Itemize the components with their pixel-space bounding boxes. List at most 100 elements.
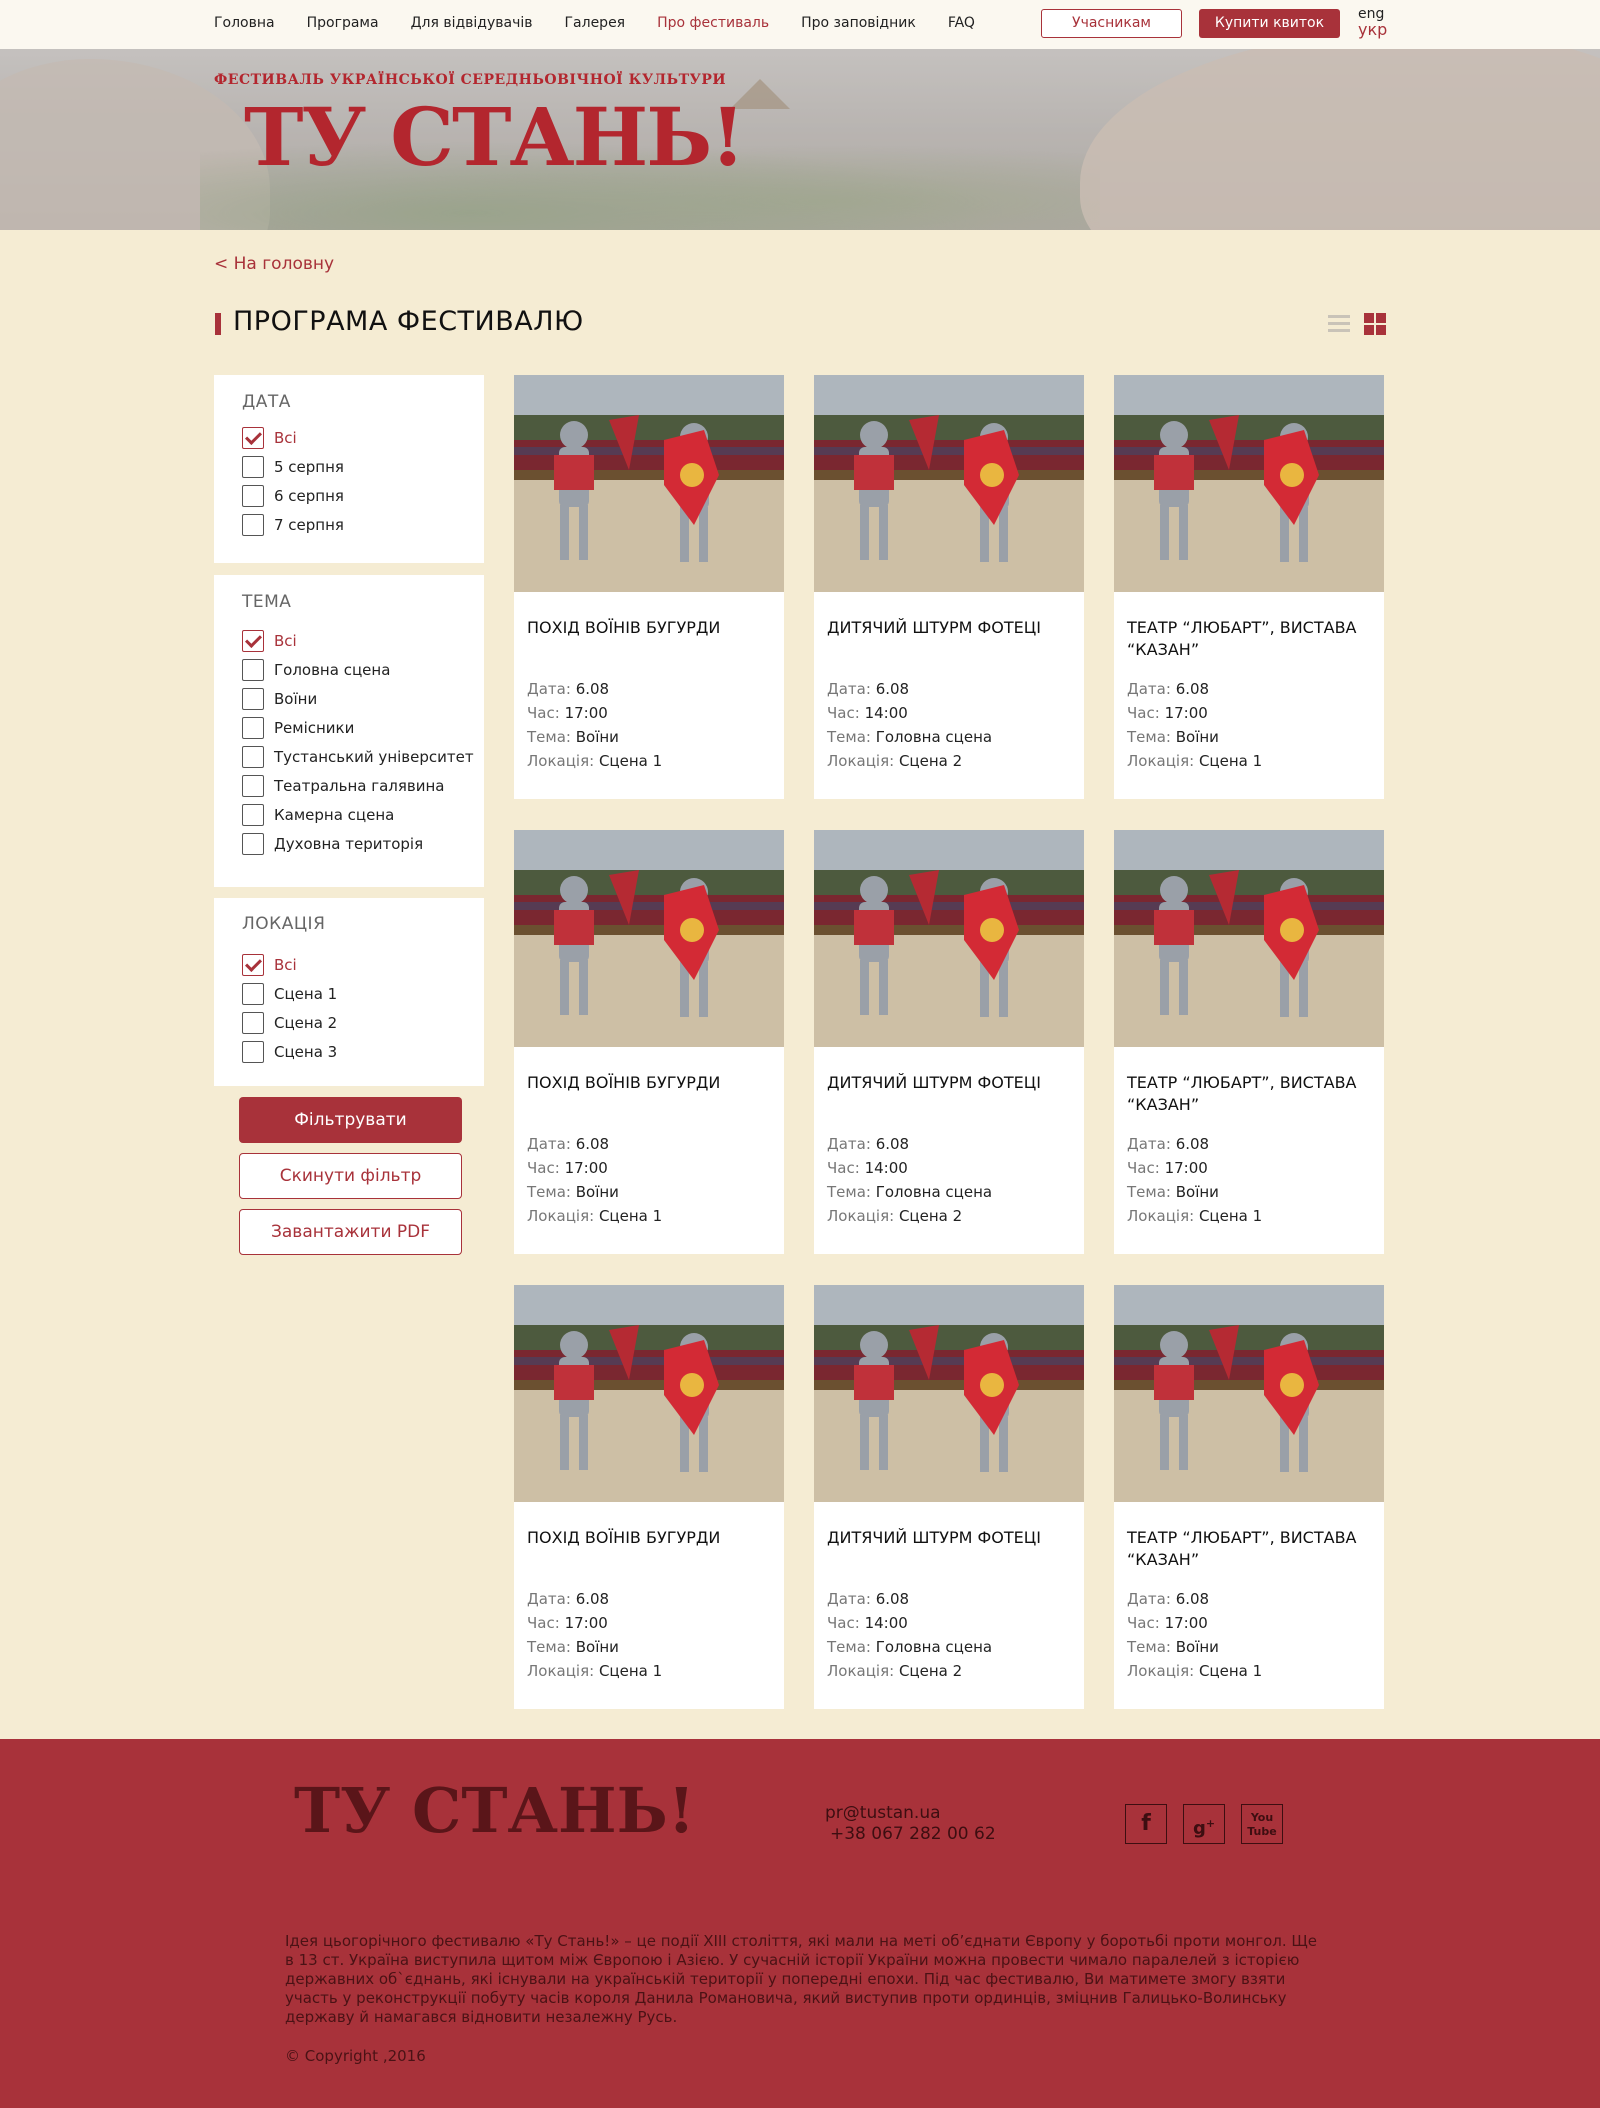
nav-link-faq[interactable]: FAQ	[948, 15, 975, 31]
participants-button[interactable]: Учасникам	[1041, 9, 1182, 38]
theme-filter-title: ТЕМА	[242, 592, 292, 612]
event-theme: Тема: Головна сцена	[827, 1638, 993, 1656]
checkbox[interactable]	[242, 746, 264, 768]
grid-view-icon[interactable]	[1364, 313, 1386, 335]
back-home-link[interactable]: < На головну	[214, 254, 334, 274]
list-view-icon[interactable]	[1328, 315, 1350, 333]
event-card[interactable]: ПОХІД ВОЇНІВ БУГУРДИ Дата: 6.08 Час: 17:…	[514, 1285, 784, 1709]
checkbox[interactable]	[242, 688, 264, 710]
checkbox[interactable]	[242, 514, 264, 536]
theme-option-chamber[interactable]: Камерна сцена	[242, 804, 394, 826]
event-photo[interactable]	[514, 830, 784, 1047]
event-location: Локація: Сцена 1	[1127, 752, 1263, 770]
footer-logo[interactable]: ТУ СТАНЬ!	[294, 1771, 695, 1851]
theme-option-spiritual[interactable]: Духовна територія	[242, 833, 423, 855]
checkbox[interactable]	[242, 485, 264, 507]
buy-ticket-button[interactable]: Купити квиток	[1199, 9, 1340, 38]
checkbox[interactable]	[242, 456, 264, 478]
festival-subtitle: ФЕСТИВАЛЬ УКРАЇНСЬКОЇ СЕРЕДНЬОВІЧНОЇ КУЛ…	[214, 72, 727, 88]
event-photo[interactable]	[814, 1285, 1084, 1502]
youtube-icon[interactable]: You Tube	[1241, 1804, 1283, 1844]
checkbox[interactable]	[242, 833, 264, 855]
event-date: Дата: 6.08	[1127, 680, 1210, 698]
nav-link-about-reserve[interactable]: Про заповідник	[801, 15, 916, 31]
footer-about-text: Ідея цьогорічного фестивалю «Ту Стань!» …	[285, 1932, 1318, 2026]
checkbox[interactable]	[242, 427, 264, 449]
event-date: Дата: 6.08	[827, 1135, 910, 1153]
event-date: Дата: 6.08	[1127, 1135, 1210, 1153]
copyright: © Copyright ,2016	[285, 2047, 426, 2065]
checkbox[interactable]	[242, 804, 264, 826]
location-option-stage2[interactable]: Сцена 2	[242, 1012, 337, 1034]
event-title[interactable]: ПОХІД ВОЇНІВ БУГУРДИ	[527, 617, 777, 639]
checkbox[interactable]	[242, 630, 264, 652]
event-card[interactable]: ПОХІД ВОЇНІВ БУГУРДИ Дата: 6.08 Час: 17:…	[514, 830, 784, 1254]
event-location: Локація: Сцена 1	[1127, 1662, 1263, 1680]
lang-uk-link[interactable]: укр	[1358, 22, 1387, 38]
google-plus-icon[interactable]: g+	[1183, 1804, 1225, 1844]
event-card[interactable]: ДИТЯЧИЙ ШТУРМ ФОТЕЦІ Дата: 6.08 Час: 14:…	[814, 1285, 1084, 1709]
footer-phone[interactable]: +38 067 282 00 62	[830, 1824, 996, 1844]
event-location: Локація: Сцена 1	[527, 1207, 663, 1225]
event-title[interactable]: ПОХІД ВОЇНІВ БУГУРДИ	[527, 1072, 777, 1094]
event-title[interactable]: ТЕАТР “ЛЮБАРТ”, ВИСТАВА “КАЗАН”	[1127, 1072, 1377, 1116]
location-option-stage3[interactable]: Сцена 3	[242, 1041, 337, 1063]
checkbox[interactable]	[242, 717, 264, 739]
event-title[interactable]: ДИТЯЧИЙ ШТУРМ ФОТЕЦІ	[827, 617, 1077, 639]
theme-option-theatre[interactable]: Театральна галявина	[242, 775, 445, 797]
event-photo-svg	[514, 1285, 784, 1502]
event-location: Локація: Сцена 1	[527, 1662, 663, 1680]
event-title[interactable]: ТЕАТР “ЛЮБАРТ”, ВИСТАВА “КАЗАН”	[1127, 1527, 1377, 1571]
event-card[interactable]: ДИТЯЧИЙ ШТУРМ ФОТЕЦІ Дата: 6.08 Час: 14:…	[814, 830, 1084, 1254]
theme-option-warriors[interactable]: Воїни	[242, 688, 317, 710]
date-option-aug7[interactable]: 7 серпня	[242, 514, 344, 536]
event-photo[interactable]	[1114, 375, 1384, 592]
event-photo[interactable]	[514, 375, 784, 592]
event-photo[interactable]	[1114, 830, 1384, 1047]
date-option-aug5[interactable]: 5 серпня	[242, 456, 344, 478]
download-pdf-button[interactable]: Завантажити PDF	[239, 1209, 462, 1255]
checkbox[interactable]	[242, 1012, 264, 1034]
nav-link-home[interactable]: Головна	[214, 15, 275, 31]
event-theme: Тема: Воїни	[527, 1638, 619, 1656]
event-photo[interactable]	[514, 1285, 784, 1502]
date-option-aug6[interactable]: 6 серпня	[242, 485, 344, 507]
theme-option-crafts[interactable]: Ремісники	[242, 717, 354, 739]
checkbox[interactable]	[242, 983, 264, 1005]
event-card[interactable]: ТЕАТР “ЛЮБАРТ”, ВИСТАВА “КАЗАН” Дата: 6.…	[1114, 830, 1384, 1254]
date-filter-panel: ДАТА Всі 5 серпня 6 серпня 7 серпня	[214, 375, 484, 563]
event-date: Дата: 6.08	[827, 680, 910, 698]
date-filter-title: ДАТА	[242, 392, 291, 412]
event-title[interactable]: ПОХІД ВОЇНІВ БУГУРДИ	[527, 1527, 777, 1549]
event-card[interactable]: ТЕАТР “ЛЮБАРТ”, ВИСТАВА “КАЗАН” Дата: 6.…	[1114, 375, 1384, 799]
checkbox[interactable]	[242, 1041, 264, 1063]
nav-link-program[interactable]: Програма	[307, 15, 379, 31]
checkbox[interactable]	[242, 775, 264, 797]
event-title[interactable]: ДИТЯЧИЙ ШТУРМ ФОТЕЦІ	[827, 1072, 1077, 1094]
event-card[interactable]: ДИТЯЧИЙ ШТУРМ ФОТЕЦІ Дата: 6.08 Час: 14:…	[814, 375, 1084, 799]
facebook-icon[interactable]: f	[1125, 1804, 1167, 1844]
nav-link-about-festival[interactable]: Про фестиваль	[657, 15, 769, 31]
event-photo[interactable]	[814, 830, 1084, 1047]
checkbox[interactable]	[242, 954, 264, 976]
location-option-stage1[interactable]: Сцена 1	[242, 983, 337, 1005]
event-card[interactable]: ПОХІД ВОЇНІВ БУГУРДИ Дата: 6.08 Час: 17:…	[514, 375, 784, 799]
nav-link-visitors[interactable]: Для відвідувачів	[411, 15, 533, 31]
checkbox[interactable]	[242, 659, 264, 681]
location-option-all[interactable]: Всі	[242, 954, 297, 976]
theme-option-all[interactable]: Всі	[242, 630, 297, 652]
festival-logo[interactable]: ТУ СТАНЬ!	[244, 89, 745, 185]
event-photo[interactable]	[1114, 1285, 1384, 1502]
reset-filter-button[interactable]: Скинути фільтр	[239, 1153, 462, 1199]
theme-option-university[interactable]: Тустанський університет	[242, 746, 474, 768]
apply-filter-button[interactable]: Фільтрувати	[239, 1097, 462, 1143]
event-card[interactable]: ТЕАТР “ЛЮБАРТ”, ВИСТАВА “КАЗАН” Дата: 6.…	[1114, 1285, 1384, 1709]
theme-option-main-stage[interactable]: Головна сцена	[242, 659, 390, 681]
nav-link-gallery[interactable]: Галерея	[565, 15, 626, 31]
event-photo-svg	[1114, 1285, 1384, 1502]
event-title[interactable]: ТЕАТР “ЛЮБАРТ”, ВИСТАВА “КАЗАН”	[1127, 617, 1377, 661]
event-title[interactable]: ДИТЯЧИЙ ШТУРМ ФОТЕЦІ	[827, 1527, 1077, 1549]
date-option-all[interactable]: Всі	[242, 427, 297, 449]
footer-email[interactable]: pr@tustan.ua	[825, 1803, 941, 1823]
event-photo[interactable]	[814, 375, 1084, 592]
